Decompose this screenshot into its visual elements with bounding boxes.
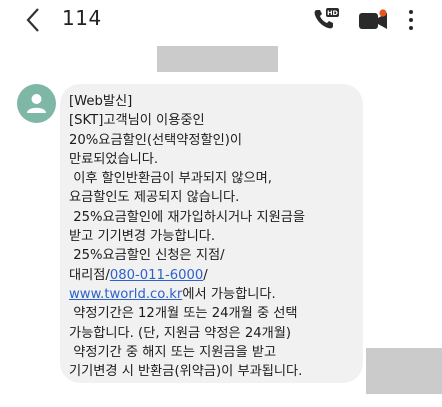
more-options-icon[interactable] <box>403 7 419 33</box>
msg-line: 만료되었습니다. <box>69 151 159 167</box>
msg-line: / <box>203 267 208 283</box>
msg-line: 약정기간은 12개월 또는 24개월 중 선택 <box>69 306 298 322</box>
msg-line: 25%요금할인 신청은 지점/ <box>69 248 225 264</box>
msg-line: [Web발신] <box>69 94 133 109</box>
msg-line: 25%요금할인에 재가입하시거나 지원금을 <box>69 209 306 225</box>
msg-line: 대리점/ <box>69 267 110 283</box>
msg-line: 에서 가능합니다. <box>182 286 276 302</box>
msg-line: 요금할인도 제공되지 않습니다. <box>69 190 240 206</box>
msg-line: 약정기간 중 해지 또는 지원금을 받고 <box>69 344 277 360</box>
back-arrow-icon[interactable] <box>22 5 46 35</box>
msg-line: 가능합니다. (단, 지원금 약정은 24개월) <box>69 325 292 341</box>
msg-line: 기기변경 시 반환금(위약금)이 부과됩니다. <box>69 364 303 380</box>
sender-avatar[interactable] <box>17 84 56 123</box>
msg-line: 받고 기기변경 가능합니다. <box>69 229 216 245</box>
hd-badge-label: HD <box>327 9 338 17</box>
website-link[interactable]: www.tworld.co.kr <box>69 287 182 302</box>
hd-voice-call-icon[interactable]: HD <box>312 7 340 31</box>
top-bar: 114 HD <box>0 0 442 40</box>
conversation-title: 114 <box>62 6 102 30</box>
msg-line: 20%요금할인(선택약정할인)이 <box>69 132 243 148</box>
person-icon <box>27 94 46 113</box>
message-text: [Web발신] [SKT]고객님이 이용중인 20%요금할인(선택약정할인)이 … <box>69 92 369 381</box>
redacted-date-block <box>157 46 278 72</box>
redacted-timestamp-block <box>366 348 442 394</box>
video-call-icon[interactable] <box>358 9 388 31</box>
phone-number-link[interactable]: 080-011-6000 <box>110 268 203 283</box>
msg-line: 이후 할인반환금이 부과되지 않으며, <box>69 171 272 187</box>
msg-line: [SKT]고객님이 이용중인 <box>69 113 205 129</box>
